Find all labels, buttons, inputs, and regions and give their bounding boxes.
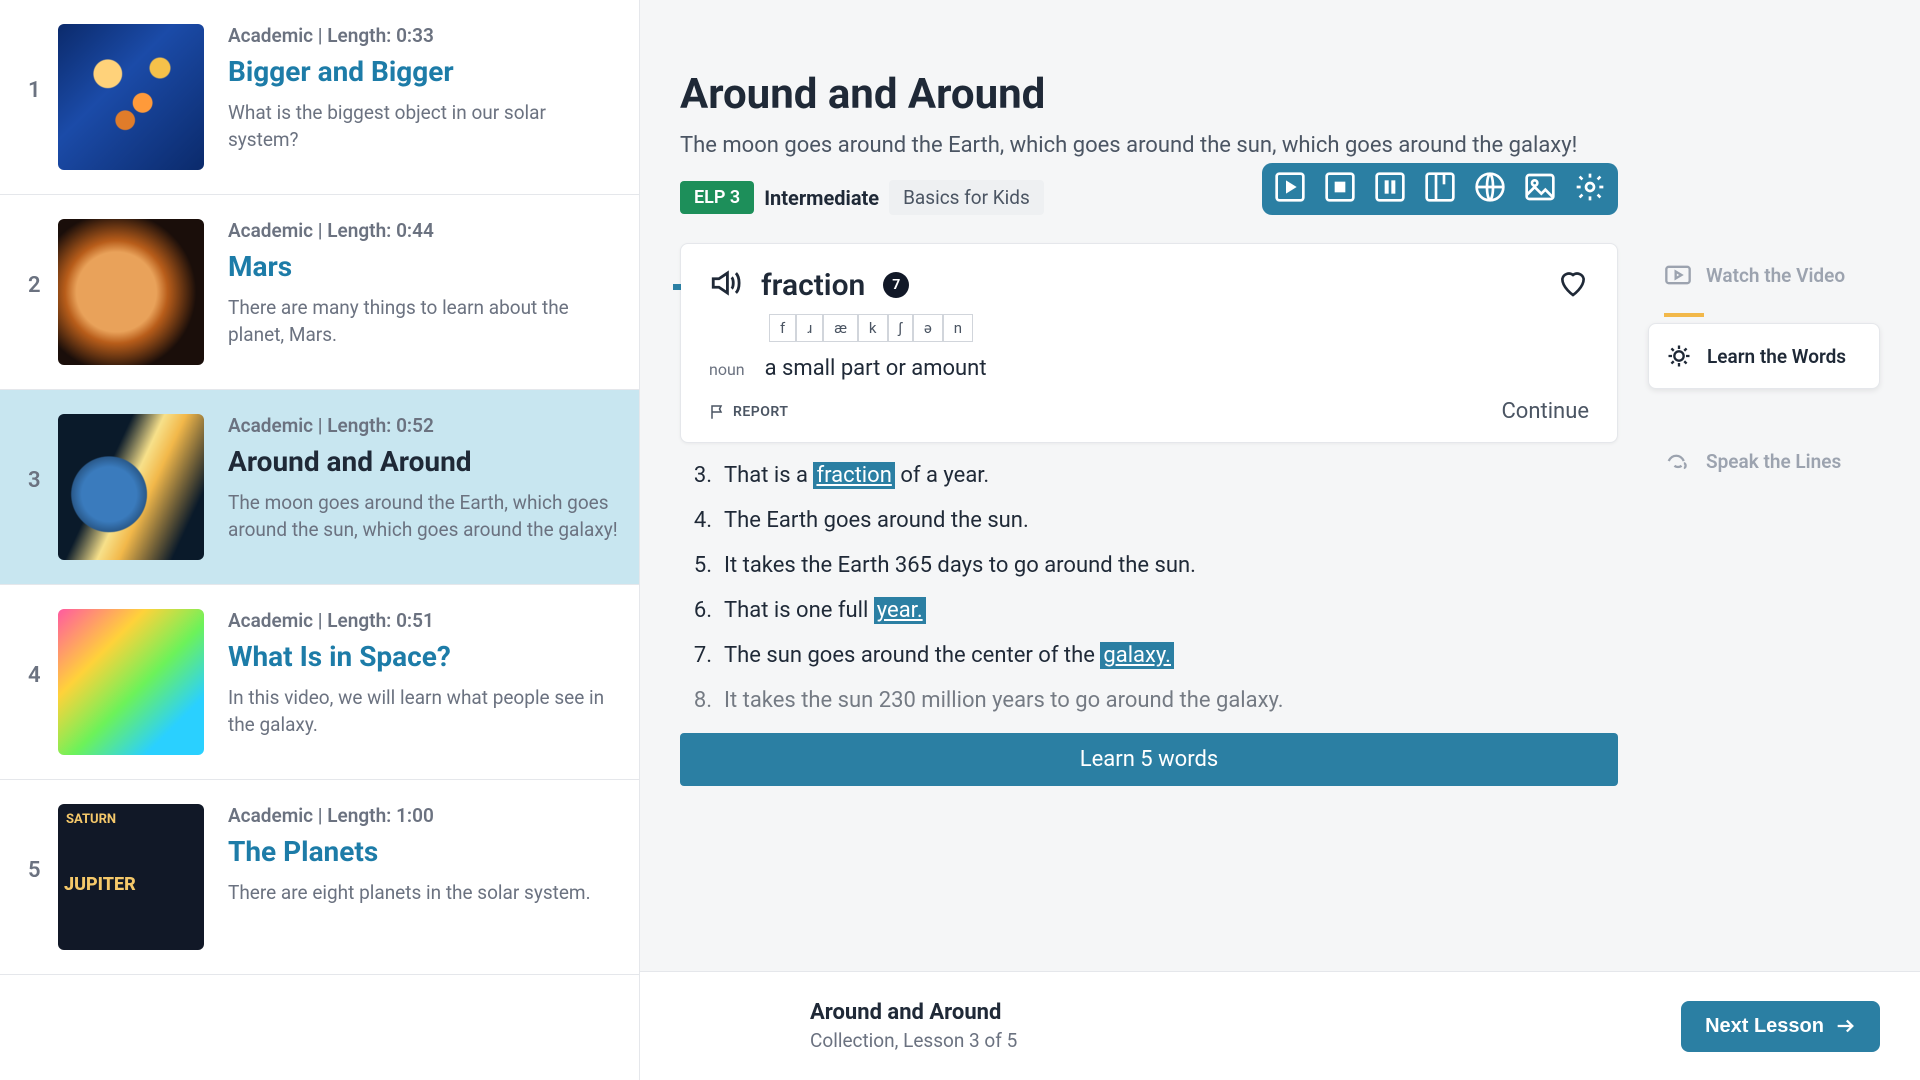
line-7[interactable]: 7.The sun goes around the center of the … (680, 643, 1618, 668)
lesson-item-4[interactable]: 4 Academic | Length: 0:51 What Is in Spa… (0, 585, 639, 780)
lesson-title: What Is in Space? (228, 640, 619, 673)
lesson-meta: Academic | Length: 0:51 (228, 609, 619, 632)
lesson-thumbnail (58, 609, 204, 755)
definition: a small part or amount (765, 356, 987, 381)
globe-icon[interactable] (1474, 171, 1506, 207)
line-6[interactable]: 6.That is one full year. (680, 598, 1618, 623)
lesson-item-3[interactable]: 3 Academic | Length: 0:52 Around and Aro… (0, 390, 639, 585)
active-indicator (1664, 313, 1704, 317)
footer-subtitle: Collection, Lesson 3 of 5 (810, 1029, 1017, 1052)
play-icon[interactable] (1274, 171, 1306, 207)
media-toolbar (1262, 163, 1618, 215)
lesson-title: The Planets (228, 835, 619, 868)
next-lesson-button[interactable]: Next Lesson (1681, 1001, 1880, 1052)
lesson-thumbnail (58, 414, 204, 560)
speaker-icon[interactable] (709, 266, 743, 304)
lesson-number: 3 (28, 414, 58, 493)
gear-icon[interactable] (1574, 171, 1606, 207)
page-subtitle: The moon goes around the Earth, which go… (680, 133, 1880, 158)
line-4[interactable]: 4.The Earth goes around the sun. (680, 508, 1618, 533)
word-count-badge: 7 (883, 272, 909, 298)
lesson-meta: Academic | Length: 0:52 (228, 414, 619, 437)
lesson-number: 2 (28, 219, 58, 298)
lesson-desc: What is the biggest object in our solar … (228, 100, 619, 153)
learn-words-button[interactable]: Learn 5 words (680, 733, 1618, 786)
pause-icon[interactable] (1374, 171, 1406, 207)
mode-learn-words[interactable]: Learn the Words (1648, 323, 1880, 389)
lesson-meta: Academic | Length: 0:44 (228, 219, 619, 242)
lesson-meta: Academic | Length: 0:33 (228, 24, 619, 47)
lesson-item-2[interactable]: 2 Academic | Length: 0:44 Mars There are… (0, 195, 639, 390)
page-title: Around and Around (680, 70, 1880, 119)
lesson-sidebar: 1 Academic | Length: 0:33 Bigger and Big… (0, 0, 640, 1080)
mode-speak-lines[interactable]: Speak the Lines (1648, 429, 1880, 493)
lesson-desc: The moon goes around the Earth, which go… (228, 490, 619, 543)
word-term: fraction (761, 268, 865, 303)
lesson-thumbnail (58, 219, 204, 365)
line-3[interactable]: 3.That is a fraction of a year. (680, 463, 1618, 488)
line-5[interactable]: 5.It takes the Earth 365 days to go arou… (680, 553, 1618, 578)
part-of-speech: noun (709, 360, 745, 379)
line-8[interactable]: 8.It takes the sun 230 million years to … (680, 688, 1618, 713)
continue-button[interactable]: Continue (1501, 399, 1589, 424)
lesson-thumbnail (58, 24, 204, 170)
lesson-title: Bigger and Bigger (228, 55, 619, 88)
transcript-lines: 3.That is a fraction of a year. 4.The Ea… (680, 463, 1618, 713)
lesson-desc: There are eight planets in the solar sys… (228, 880, 619, 907)
level-label: Intermediate (764, 186, 879, 210)
lesson-number: 1 (28, 24, 58, 103)
report-button[interactable]: REPORT (709, 403, 788, 421)
lesson-title: Around and Around (228, 445, 619, 478)
footer-title: Around and Around (810, 1000, 1017, 1025)
mode-watch-video[interactable]: Watch the Video (1648, 243, 1880, 307)
lesson-number: 5 (28, 804, 58, 883)
image-icon[interactable] (1524, 171, 1556, 207)
lesson-title: Mars (228, 250, 619, 283)
ipa-pronunciation: f ɹ æ k ʃ ə n (769, 314, 1589, 342)
main-area: Around and Around The moon goes around t… (640, 0, 1920, 1080)
lesson-number: 4 (28, 609, 58, 688)
lesson-thumbnail (58, 804, 204, 950)
stop-icon[interactable] (1324, 171, 1356, 207)
lesson-desc: In this video, we will learn what people… (228, 685, 619, 738)
lesson-item-1[interactable]: 1 Academic | Length: 0:33 Bigger and Big… (0, 0, 639, 195)
mode-tabs: Watch the Video Learn the Words Speak th… (1648, 243, 1880, 493)
elp-badge: ELP 3 (680, 181, 754, 214)
lesson-item-5[interactable]: 5 Academic | Length: 1:00 The Planets Th… (0, 780, 639, 975)
heart-icon[interactable] (1557, 267, 1589, 303)
word-card: fraction 7 f ɹ æ k ʃ ə n noun (680, 243, 1618, 443)
lesson-meta: Academic | Length: 1:00 (228, 804, 619, 827)
category-chip[interactable]: Basics for Kids (889, 180, 1044, 215)
columns-icon[interactable] (1424, 171, 1456, 207)
footer-bar: Around and Around Collection, Lesson 3 o… (640, 971, 1920, 1080)
lesson-desc: There are many things to learn about the… (228, 295, 619, 348)
